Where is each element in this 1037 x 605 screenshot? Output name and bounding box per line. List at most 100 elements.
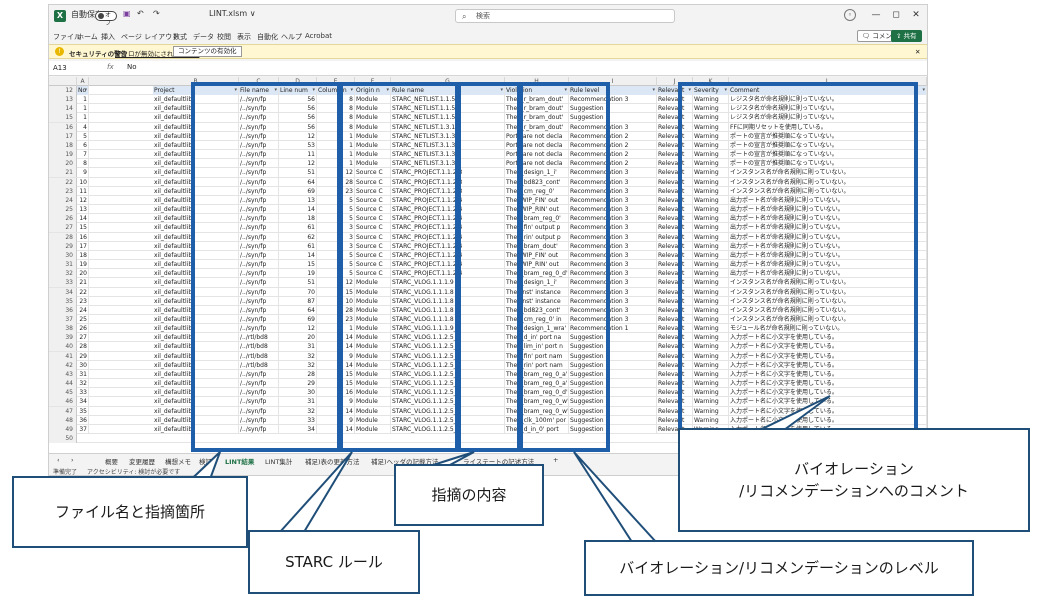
- table-cell[interactable]: 25: [77, 315, 89, 324]
- row-number[interactable]: 22: [49, 177, 77, 187]
- minimize-button[interactable]: —: [869, 8, 883, 22]
- row-number[interactable]: 18: [49, 140, 77, 150]
- row-number[interactable]: 16: [49, 122, 77, 132]
- table-cell[interactable]: 31: [77, 369, 89, 379]
- row-number[interactable]: 43: [49, 369, 77, 379]
- table-cell[interactable]: 20: [77, 269, 89, 279]
- table-cell[interactable]: 23: [77, 296, 89, 306]
- redo-icon[interactable]: ↷: [153, 9, 160, 18]
- table-cell[interactable]: 5: [77, 131, 89, 141]
- table-cell[interactable]: 6: [77, 140, 89, 150]
- menu-insert[interactable]: 挿入: [101, 32, 115, 42]
- row-number[interactable]: 35: [49, 296, 77, 306]
- autosave-toggle[interactable]: オフ: [95, 11, 117, 27]
- share-button[interactable]: ⇪ 共有: [891, 30, 922, 42]
- tab-nav-next-icon[interactable]: ›: [71, 456, 74, 464]
- row-number[interactable]: 46: [49, 397, 77, 407]
- table-cell[interactable]: 27: [77, 333, 89, 343]
- table-cell[interactable]: 21: [77, 278, 89, 288]
- table-cell[interactable]: 35: [77, 406, 89, 416]
- save-icon[interactable]: ▣: [123, 9, 131, 18]
- menu-review[interactable]: 校閲: [217, 32, 231, 42]
- table-cell[interactable]: 11: [77, 186, 89, 196]
- name-box[interactable]: A13: [53, 63, 89, 74]
- menu-formulas[interactable]: 数式: [173, 32, 187, 42]
- tab-lint-summary[interactable]: LINT集計: [265, 456, 292, 466]
- table-cell[interactable]: 1: [77, 113, 89, 123]
- table-cell[interactable]: 30: [77, 360, 89, 370]
- table-cell[interactable]: 32: [77, 379, 89, 389]
- row-number[interactable]: 48: [49, 415, 77, 425]
- row-number[interactable]: 41: [49, 351, 77, 361]
- row-number[interactable]: 17: [49, 131, 77, 141]
- table-cell[interactable]: 13: [77, 205, 89, 215]
- row-number[interactable]: 49: [49, 424, 77, 434]
- row-number[interactable]: 15: [49, 113, 77, 123]
- row-number[interactable]: 25: [49, 205, 77, 215]
- close-security-bar-icon[interactable]: ✕: [915, 48, 920, 56]
- menu-view[interactable]: 表示: [237, 32, 251, 42]
- add-sheet-button[interactable]: +: [553, 456, 558, 464]
- table-cell[interactable]: 16: [77, 232, 89, 242]
- menu-data[interactable]: データ: [193, 32, 214, 42]
- row-number[interactable]: 21: [49, 168, 77, 178]
- menu-automate[interactable]: 自動化: [257, 32, 278, 42]
- table-cell[interactable]: 37: [77, 424, 89, 434]
- maximize-button[interactable]: ◻: [889, 8, 903, 22]
- row-number[interactable]: 45: [49, 388, 77, 398]
- table-cell[interactable]: 7: [77, 150, 89, 160]
- fx-icon[interactable]: fx: [107, 63, 114, 71]
- row-number[interactable]: 32: [49, 269, 77, 279]
- formula-input[interactable]: No: [127, 63, 137, 71]
- row-number[interactable]: 28: [49, 232, 77, 242]
- table-cell[interactable]: 24: [77, 305, 89, 315]
- avatar[interactable]: ◦: [844, 9, 856, 21]
- row-number[interactable]: 29: [49, 241, 77, 251]
- table-cell[interactable]: 9: [77, 168, 89, 178]
- table-cell[interactable]: 1: [77, 95, 89, 105]
- table-cell[interactable]: 14: [77, 214, 89, 224]
- table-cell[interactable]: 17: [77, 241, 89, 251]
- menu-acrobat[interactable]: Acrobat: [305, 32, 332, 40]
- tab-concept-memo[interactable]: 構想メモ: [165, 456, 191, 466]
- menu-page-layout[interactable]: ページ レイアウト: [121, 32, 179, 42]
- row-number[interactable]: 19: [49, 150, 77, 160]
- accessibility-status[interactable]: アクセシビリティ: 検討が必要です: [87, 467, 180, 475]
- table-cell[interactable]: 22: [77, 287, 89, 297]
- row-number[interactable]: 26: [49, 214, 77, 224]
- row-number[interactable]: 38: [49, 324, 77, 334]
- table-cell[interactable]: 34: [77, 397, 89, 407]
- column-header-a[interactable]: A: [77, 77, 89, 86]
- row-number[interactable]: 12: [49, 86, 77, 95]
- table-cell[interactable]: 1: [77, 104, 89, 114]
- row-number[interactable]: 36: [49, 305, 77, 315]
- table-cell[interactable]: 28: [77, 342, 89, 352]
- close-button[interactable]: ✕: [909, 8, 923, 22]
- row-number[interactable]: 50: [49, 434, 77, 444]
- table-cell[interactable]: 26: [77, 324, 89, 334]
- row-number[interactable]: 40: [49, 342, 77, 352]
- row-number[interactable]: 13: [49, 95, 77, 105]
- menu-help[interactable]: ヘルプ: [281, 32, 302, 42]
- search-input[interactable]: ⌕ 検索: [455, 9, 675, 23]
- row-number[interactable]: 24: [49, 195, 77, 205]
- table-cell[interactable]: 12: [77, 195, 89, 205]
- row-number[interactable]: 44: [49, 379, 77, 389]
- enable-content-button[interactable]: コンテンツの有効化: [173, 46, 242, 57]
- menu-home[interactable]: ホーム: [77, 32, 98, 42]
- tab-nav-prev-icon[interactable]: ‹: [57, 456, 60, 464]
- table-cell[interactable]: 29: [77, 351, 89, 361]
- row-number[interactable]: 31: [49, 260, 77, 270]
- row-number[interactable]: 47: [49, 406, 77, 416]
- row-number[interactable]: 33: [49, 278, 77, 288]
- table-cell[interactable]: 10: [77, 177, 89, 187]
- row-number[interactable]: 42: [49, 360, 77, 370]
- tab-overview[interactable]: 概要: [105, 456, 118, 466]
- row-number[interactable]: 23: [49, 186, 77, 196]
- select-all-corner[interactable]: [49, 77, 77, 86]
- row-number[interactable]: 37: [49, 315, 77, 324]
- undo-icon[interactable]: ↶: [137, 9, 144, 18]
- row-number[interactable]: 30: [49, 250, 77, 260]
- tab-change-history[interactable]: 変更履歴: [129, 456, 155, 466]
- table-cell[interactable]: 33: [77, 388, 89, 398]
